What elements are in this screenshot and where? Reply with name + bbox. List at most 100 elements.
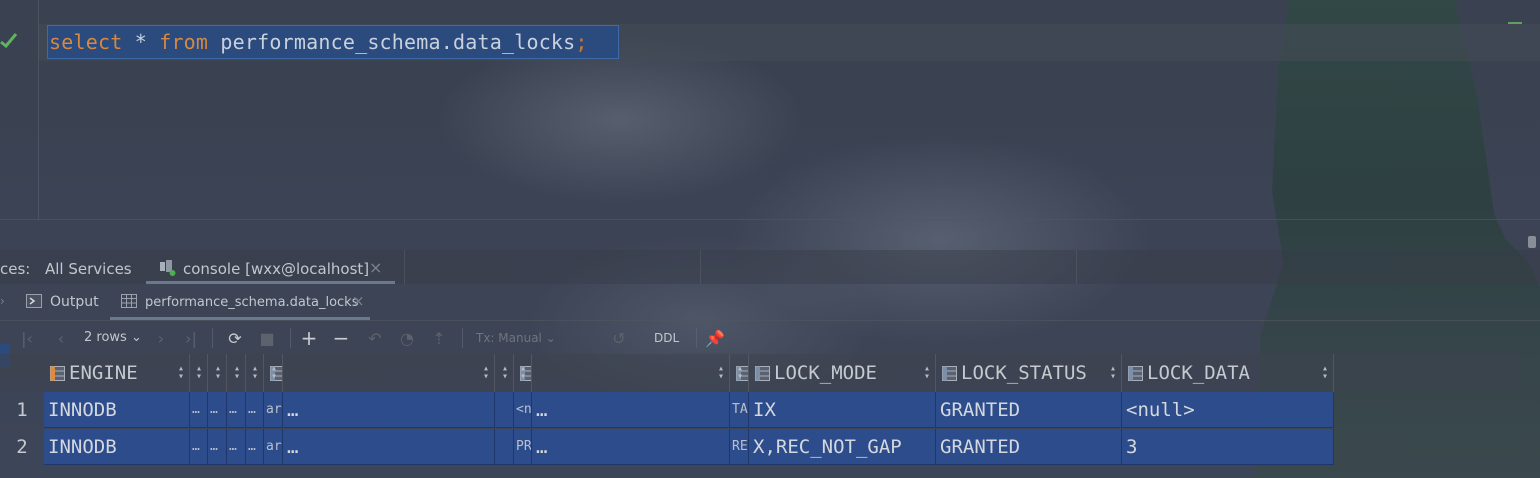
- table-cell[interactable]: …: [227, 429, 246, 465]
- column-header[interactable]: ▴ ▾: [208, 354, 227, 392]
- table-cell[interactable]: PRIMARY: [514, 429, 532, 465]
- sort-icon[interactable]: ▴ ▾: [924, 364, 930, 382]
- sql-statement[interactable]: select * from performance_schema.data_lo…: [49, 30, 588, 54]
- column-header[interactable]: LOCK_STATUS ▴ ▾: [936, 354, 1122, 392]
- sort-icon[interactable]: ▴ ▾: [215, 364, 221, 382]
- column-header[interactable]: OBJECT_NAME▴▾: [264, 354, 283, 392]
- rows-count-dropdown[interactable]: 2 rows ⌄: [84, 330, 142, 345]
- first-page-icon[interactable]: |‹: [18, 327, 36, 349]
- table-cell[interactable]: <null>: [514, 392, 532, 428]
- table-cell[interactable]: …: [532, 392, 730, 428]
- close-icon[interactable]: ×: [352, 292, 365, 310]
- column-header[interactable]: LOCK_MODE ▴ ▾: [749, 354, 936, 392]
- table-cell[interactable]: …: [246, 429, 264, 465]
- star-operator: *: [134, 30, 147, 54]
- pin-icon[interactable]: 📌: [704, 327, 726, 349]
- table-cell[interactable]: …: [208, 392, 227, 428]
- tab-output[interactable]: Output: [50, 294, 99, 310]
- sort-icon[interactable]: ▴ ▾: [271, 364, 277, 382]
- table-cell[interactable]: RECORD: [730, 429, 749, 465]
- column-header[interactable]: ▴ ▾: [532, 354, 730, 392]
- rollback-icon[interactable]: ↺: [608, 327, 630, 349]
- delete-row-icon[interactable]: −: [330, 326, 352, 350]
- sort-icon[interactable]: ▴ ▾: [718, 364, 724, 382]
- table-cell[interactable]: …: [283, 392, 495, 428]
- table-cell[interactable]: IX: [749, 392, 936, 428]
- divider: [700, 250, 701, 284]
- sql-editor[interactable]: select * from performance_schema.data_lo…: [0, 0, 1540, 220]
- tx-mode-dropdown[interactable]: Tx: Manual ⌄: [476, 331, 556, 345]
- close-icon[interactable]: ×: [369, 258, 382, 277]
- revert-icon[interactable]: ↶: [364, 327, 386, 349]
- active-tab-underline: [146, 281, 395, 284]
- table-row[interactable]: 2INNODB…………article…PRIMARY…RECORDX,REC_N…: [0, 429, 1520, 465]
- add-row-icon[interactable]: +: [298, 326, 320, 350]
- sort-icon[interactable]: ▴ ▾: [234, 364, 240, 382]
- column-header[interactable]: LOCK_TYPE▴▾: [730, 354, 749, 392]
- table-cell[interactable]: GRANTED: [936, 392, 1122, 428]
- table-cell[interactable]: [495, 392, 514, 428]
- tab-result[interactable]: performance_schema.data_locks: [145, 295, 358, 310]
- tab-console[interactable]: console [wxx@localhost]: [183, 260, 369, 278]
- sort-icon[interactable]: ▴ ▾: [1110, 364, 1116, 382]
- sort-icon[interactable]: ▴ ▾: [178, 364, 184, 382]
- column-header[interactable]: INDEX_NAME▴▾: [514, 354, 532, 392]
- table-cell[interactable]: [495, 429, 514, 465]
- services-label: ces:: [0, 260, 31, 278]
- table-cell[interactable]: …: [190, 392, 208, 428]
- row-number[interactable]: 1: [0, 392, 44, 428]
- sort-icon[interactable]: ▴ ▾: [502, 364, 508, 382]
- refresh-icon[interactable]: ⟳: [224, 327, 246, 349]
- column-header[interactable]: ▴ ▾: [283, 354, 495, 392]
- column-header-label: LOCK_MODE: [774, 362, 877, 384]
- table-cell[interactable]: …: [190, 429, 208, 465]
- submit-icon[interactable]: ⇡: [428, 327, 450, 349]
- table-cell[interactable]: article: [264, 392, 283, 428]
- column-header-label: LOCK_DATA: [1147, 362, 1250, 384]
- table-cell[interactable]: INNODB: [44, 429, 190, 465]
- sort-icon[interactable]: ▴ ▾: [483, 364, 489, 382]
- table-cell[interactable]: GRANTED: [936, 429, 1122, 465]
- prev-page-icon[interactable]: ‹: [52, 327, 70, 349]
- column-header[interactable]: ▴ ▾: [227, 354, 246, 392]
- column-header[interactable]: LOCK_DATA ▴ ▾: [1122, 354, 1334, 392]
- sort-icon[interactable]: ▴ ▾: [196, 364, 202, 382]
- history-icon[interactable]: ◔: [396, 327, 418, 349]
- column-header[interactable]: ▴ ▾: [246, 354, 264, 392]
- column-header[interactable]: ENGINE ▴ ▾: [44, 354, 190, 392]
- sort-icon[interactable]: ▴ ▾: [520, 364, 526, 382]
- key-column-icon: [50, 365, 65, 381]
- table-cell[interactable]: TABLE: [730, 392, 749, 428]
- checkmark-icon: [0, 33, 18, 49]
- table-cell[interactable]: …: [532, 429, 730, 465]
- column-header[interactable]: ▴ ▾: [190, 354, 208, 392]
- table-cell[interactable]: 3: [1122, 429, 1334, 465]
- last-page-icon[interactable]: ›|: [182, 327, 200, 349]
- stop-icon[interactable]: ■: [256, 327, 278, 349]
- sort-icon[interactable]: ▴ ▾: [737, 364, 743, 382]
- next-page-icon[interactable]: ›: [152, 327, 170, 349]
- table-cell[interactable]: INNODB: [44, 392, 190, 428]
- tx-mode-label: Tx: Manual: [476, 331, 542, 345]
- row-number[interactable]: 2: [0, 429, 44, 465]
- chevron-right-icon[interactable]: ›: [0, 294, 5, 308]
- rows-count-label: 2 rows: [84, 330, 127, 345]
- table-cell[interactable]: …: [227, 392, 246, 428]
- table-row[interactable]: 1INNODB…………article…<null>…TABLEIXGRANTED…: [0, 392, 1520, 428]
- divider: [212, 328, 213, 348]
- ddl-button[interactable]: DDL: [654, 331, 679, 345]
- table-cell[interactable]: X,REC_NOT_GAP: [749, 429, 936, 465]
- table-cell[interactable]: article: [264, 429, 283, 465]
- table-cell[interactable]: …: [283, 429, 495, 465]
- table-identifier: performance_schema.data_locks: [220, 30, 576, 54]
- table-cell[interactable]: …: [208, 429, 227, 465]
- table-cell[interactable]: …: [246, 392, 264, 428]
- column-header[interactable]: ▴ ▾: [495, 354, 514, 392]
- sort-icon[interactable]: ▴ ▾: [252, 364, 258, 382]
- table-cell[interactable]: <null>: [1122, 392, 1334, 428]
- sort-icon[interactable]: ▴ ▾: [1322, 364, 1328, 382]
- keyword-select: select: [49, 30, 123, 54]
- scrollbar-thumb[interactable]: [1528, 236, 1536, 248]
- column-icon: [1128, 365, 1143, 381]
- tab-all-services[interactable]: All Services: [45, 260, 132, 278]
